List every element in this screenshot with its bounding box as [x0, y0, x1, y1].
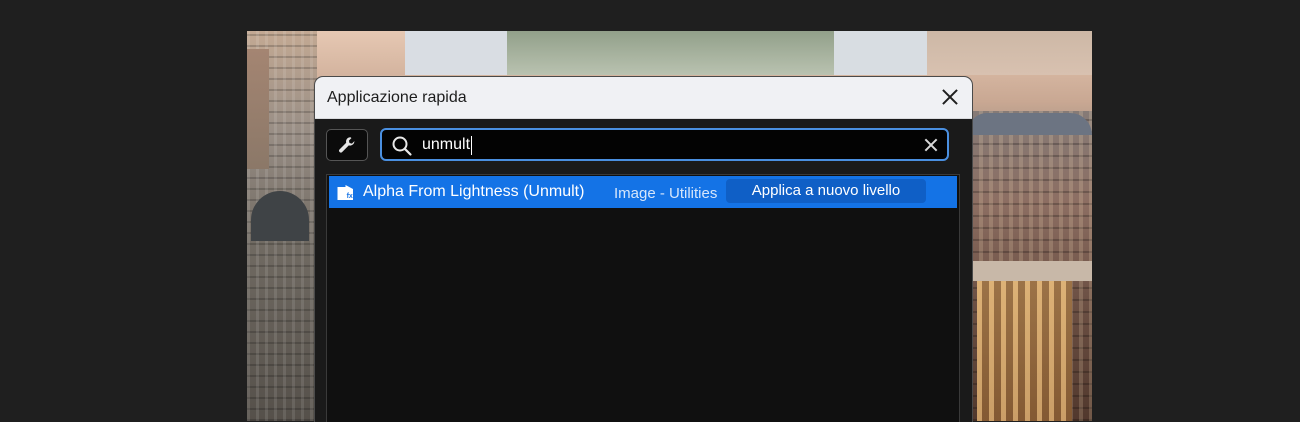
svg-text:fx: fx: [347, 193, 353, 200]
lit-facade: [977, 281, 1072, 421]
wrench-icon: [339, 137, 355, 153]
sky-panel: [927, 31, 1092, 75]
results-list: fx Alpha From Lightness (Unmult) Image -…: [326, 174, 960, 422]
dialog-title: Applicazione rapida: [327, 89, 467, 106]
search-input[interactable]: [422, 134, 902, 155]
sky-panel: [834, 31, 927, 75]
effect-icon: fx: [337, 185, 353, 200]
rooftops: [969, 261, 1092, 281]
close-icon[interactable]: [938, 85, 962, 109]
search-field[interactable]: [380, 128, 949, 161]
dome: [251, 191, 309, 241]
result-category: Image - Utilities: [614, 185, 718, 202]
quick-apply-dialog: Applicazione rapida fx Alpha From Lightn…: [314, 76, 973, 422]
search-icon: [392, 136, 412, 156]
result-item[interactable]: fx Alpha From Lightness (Unmult) Image -…: [329, 176, 957, 208]
sky-panel: [507, 31, 834, 75]
hills: [969, 113, 1092, 135]
clear-icon[interactable]: [923, 137, 939, 153]
sky-panel: [405, 31, 507, 75]
tower: [247, 49, 269, 169]
text-caret: [471, 136, 472, 155]
dialog-titlebar: Applicazione rapida: [315, 77, 972, 119]
apply-new-layer-button[interactable]: Applica a nuovo livello: [726, 179, 926, 203]
tools-button[interactable]: [326, 129, 368, 161]
result-name: Alpha From Lightness (Unmult): [363, 183, 585, 200]
